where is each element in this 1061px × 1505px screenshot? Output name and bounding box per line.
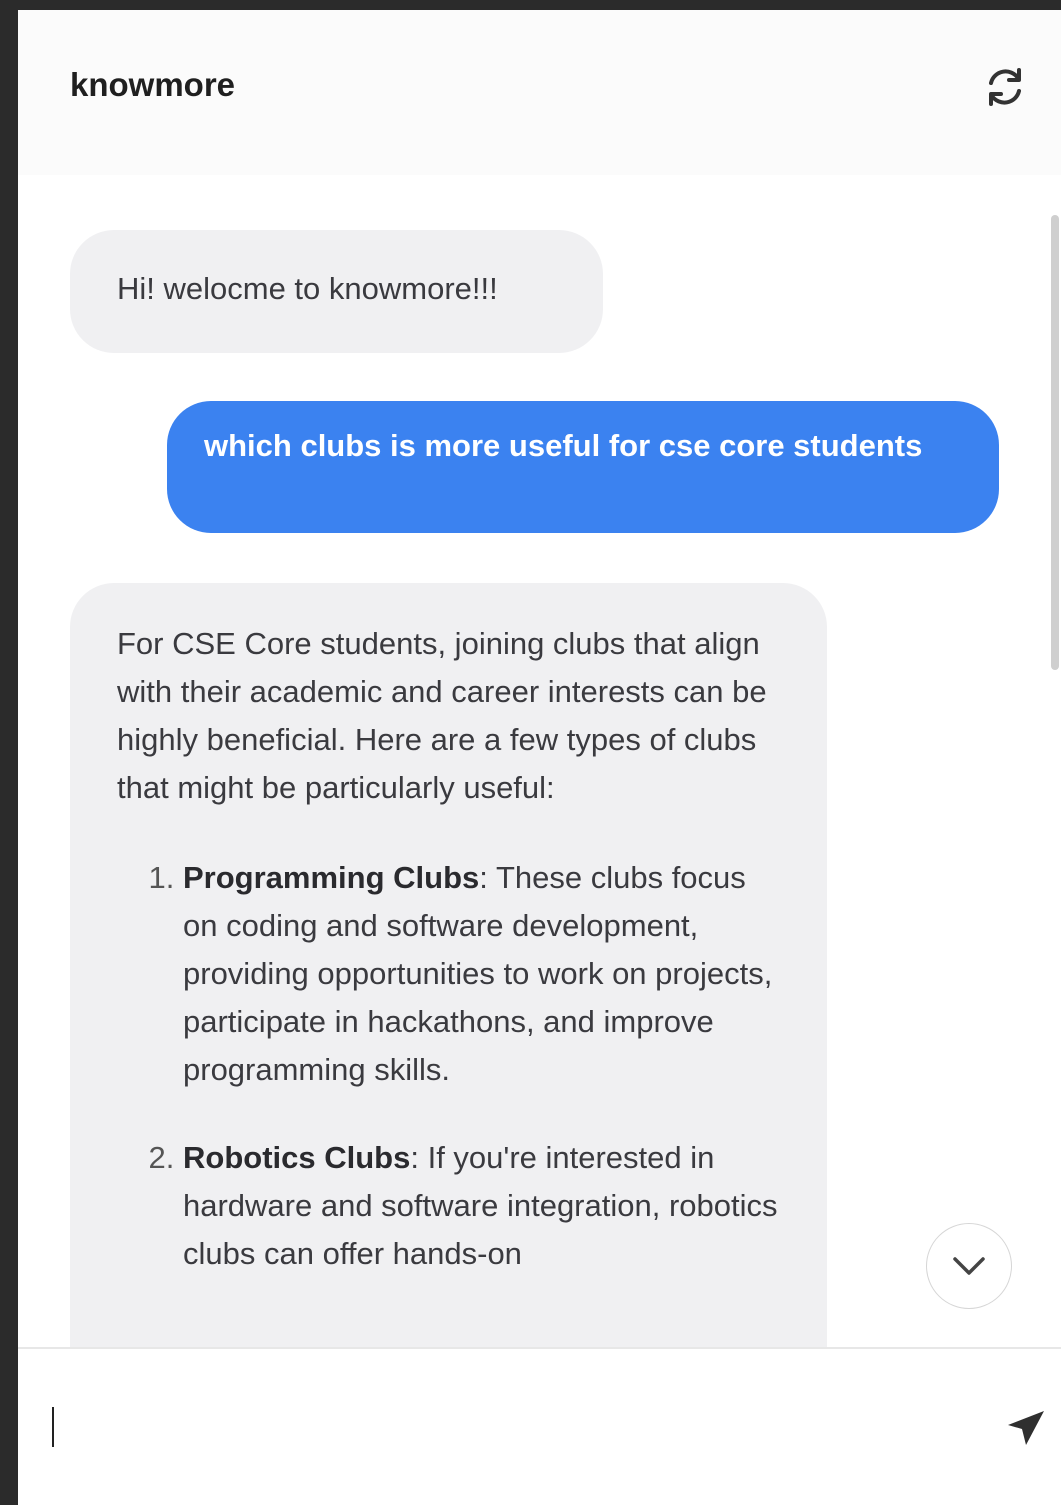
scroll-to-bottom-button[interactable] [926,1223,1012,1309]
bot-message: Hi! welocme to knowmore!!! [70,230,603,353]
text-cursor [52,1407,54,1447]
refresh-button[interactable] [980,62,1030,112]
send-button[interactable] [1003,1406,1049,1452]
list-item-title: Robotics Clubs [183,1140,411,1175]
list-item: Robotics Clubs: If you're interested in … [183,1134,787,1278]
scrollbar[interactable] [1051,215,1059,670]
message-text: which clubs is more useful for cse core … [204,428,923,463]
refresh-icon [989,68,1021,106]
chevron-down-icon [953,1257,985,1275]
composer [18,1347,1061,1505]
chat-header: knowmore [18,10,1061,175]
user-message: which clubs is more useful for cse core … [167,401,999,533]
bot-message: For CSE Core students, joining clubs tha… [70,583,827,1347]
message-text: Hi! welocme to knowmore!!! [117,271,498,306]
message-list[interactable]: Hi! welocme to knowmore!!! which clubs i… [18,175,1053,1347]
app-title: knowmore [70,66,236,103]
chat-window: knowmore Hi! welocme to knowmore!!! whic… [18,10,1061,1505]
list-item: Programming Clubs: These clubs focus on … [183,854,787,1094]
list-item-title: Programming Clubs [183,860,480,895]
answer-list: Programming Clubs: These clubs focus on … [117,854,787,1278]
send-icon [1008,1411,1044,1445]
message-input[interactable] [58,1389,962,1467]
answer-intro: For CSE Core students, joining clubs tha… [117,626,767,805]
